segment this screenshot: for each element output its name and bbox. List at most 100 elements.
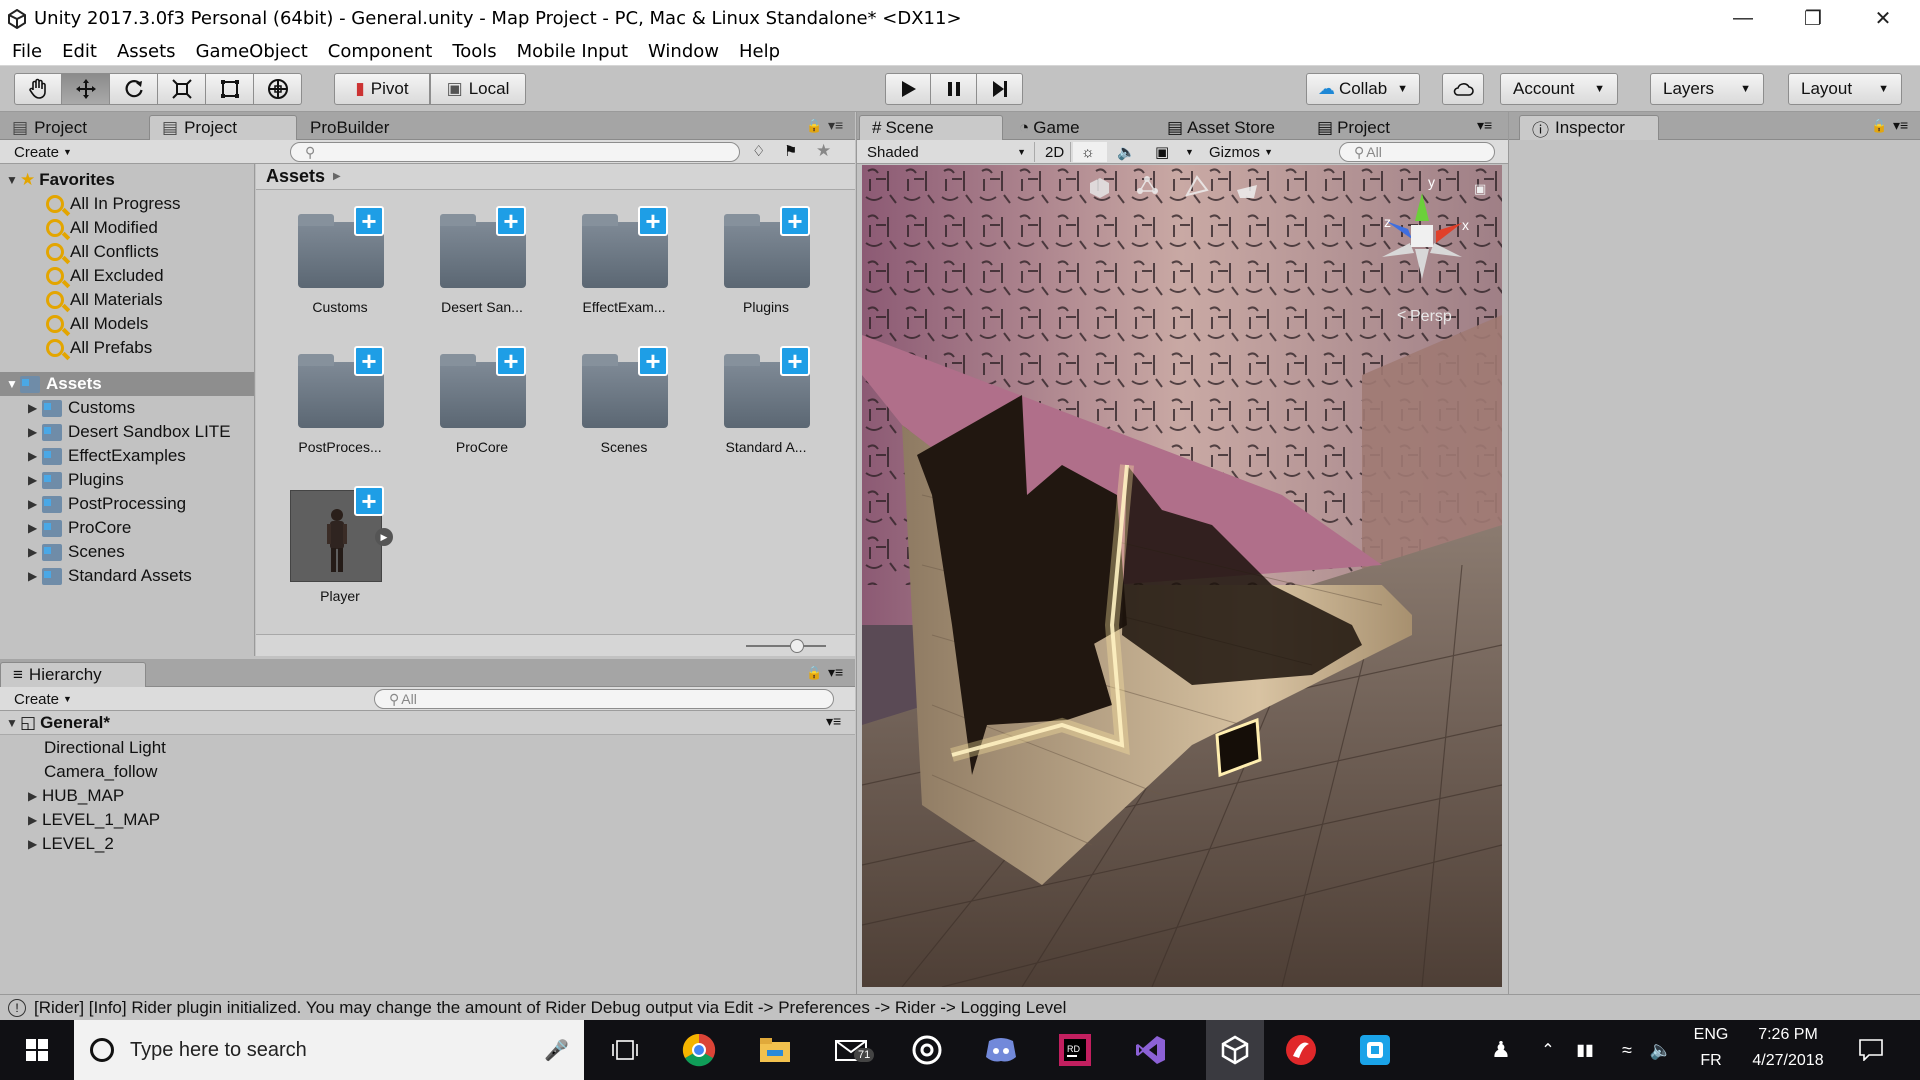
tray-overflow-button[interactable]: ⌃ <box>1534 1030 1562 1070</box>
filter-type-icon[interactable]: ♢ <box>752 142 765 160</box>
language-indicator-bottom[interactable]: FR <box>1688 1052 1734 1070</box>
scene-header-row[interactable]: ▼ ◱ General* ▾≡ <box>0 711 855 735</box>
gizmo-lock-icon[interactable]: ▣ <box>1474 181 1486 196</box>
start-button[interactable] <box>16 1030 58 1070</box>
file-explorer-taskbar-button[interactable] <box>754 1030 796 1070</box>
tab-hierarchy[interactable]: ≡ Hierarchy <box>0 662 146 687</box>
language-indicator-top[interactable]: ENG <box>1688 1026 1734 1044</box>
asset-folder[interactable]: ▶ Desert Sandbox LITE <box>28 420 231 444</box>
clock-time[interactable]: 7:26 PM <box>1738 1026 1838 1044</box>
assets-root[interactable]: ▼ Assets <box>6 372 102 396</box>
asset-folder[interactable]: ▶ ProCore <box>28 516 131 540</box>
console-status-bar[interactable]: ! [Rider] [Info] Rider plugin initialize… <box>0 994 1920 1020</box>
scene-search-input[interactable]: ⚲ All <box>1339 142 1495 162</box>
panel-menu-icon[interactable]: ▾≡ <box>828 664 843 681</box>
scene-audio-toggle[interactable]: 🔈 <box>1109 142 1143 162</box>
asset-tile-scenes[interactable]: + Scenes <box>564 344 684 464</box>
lock-icon[interactable]: 🔒 <box>1871 118 1887 134</box>
mail-taskbar-button[interactable]: 71 <box>830 1030 875 1070</box>
layout-dropdown[interactable]: Layout ▼ <box>1788 73 1902 105</box>
cloud-button[interactable] <box>1442 73 1484 105</box>
menu-component[interactable]: Component <box>318 41 443 62</box>
hierarchy-item[interactable]: Directional Light <box>44 736 166 760</box>
discord-taskbar-button[interactable] <box>980 1030 1022 1070</box>
tab-scene[interactable]: # Scene <box>859 115 1003 140</box>
scene-viewport[interactable]: y x z < Persp ▣ <box>862 165 1502 987</box>
asset-folder[interactable]: ▶ Scenes <box>28 540 125 564</box>
close-button[interactable]: ✕ <box>1848 0 1918 37</box>
asset-folder[interactable]: ▶ Plugins <box>28 468 124 492</box>
breadcrumb-assets[interactable]: Assets <box>266 166 325 187</box>
clock-date[interactable]: 4/27/2018 <box>1738 1052 1838 1070</box>
step-button[interactable] <box>977 73 1023 105</box>
asset-tile-desert[interactable]: + Desert San... <box>422 204 542 324</box>
asset-tile-procore[interactable]: + ProCore <box>422 344 542 464</box>
scene-effects-toggle[interactable]: ▣ <box>1147 142 1179 162</box>
tab-probuilder[interactable]: ProBuilder <box>298 115 438 140</box>
task-view-button[interactable] <box>604 1030 646 1070</box>
hierarchy-search-input[interactable]: ⚲ All <box>374 689 834 709</box>
panel-menu-icon[interactable]: ▾≡ <box>828 117 843 134</box>
filter-label-icon[interactable]: ⚑ <box>784 142 797 160</box>
unity-taskbar-button[interactable] <box>1206 1020 1264 1080</box>
toggle-2d-button[interactable]: 2D <box>1037 142 1071 162</box>
menu-assets[interactable]: Assets <box>107 41 186 62</box>
rider-taskbar-button[interactable]: RD <box>1054 1030 1096 1070</box>
collab-button[interactable]: ☁ Collab ▼ <box>1306 73 1420 105</box>
favorite-item[interactable]: All Conflicts <box>46 240 159 264</box>
wifi-button[interactable]: ≈ <box>1612 1030 1642 1070</box>
menu-tools[interactable]: Tools <box>442 41 506 62</box>
asset-tile-postprocessing[interactable]: + PostProces... <box>280 344 400 464</box>
move-tool-button[interactable] <box>62 73 110 105</box>
pause-button[interactable] <box>931 73 977 105</box>
favorite-star-icon[interactable]: ★ <box>816 141 831 161</box>
unity-hub-taskbar-button[interactable] <box>1354 1030 1396 1070</box>
menu-help[interactable]: Help <box>729 41 790 62</box>
tab-inspector[interactable]: ⓘ Inspector <box>1519 115 1659 140</box>
people-button[interactable]: ♟ <box>1480 1030 1522 1070</box>
asset-tile-plugins[interactable]: + Plugins <box>706 204 826 324</box>
tab-project-2[interactable]: ▤ Project <box>149 115 297 140</box>
microphone-icon[interactable]: 🎤 <box>544 1038 569 1063</box>
project-create-button[interactable]: Create ▼ <box>6 142 80 162</box>
favorite-item[interactable]: All In Progress <box>46 192 181 216</box>
hierarchy-create-button[interactable]: Create ▼ <box>6 689 80 709</box>
app-red-taskbar-button[interactable] <box>1280 1030 1322 1070</box>
rect-tool-button[interactable] <box>206 73 254 105</box>
local-button[interactable]: ▣ Local <box>430 73 526 105</box>
asset-folder[interactable]: ▶ Standard Assets <box>28 564 192 588</box>
zoom-slider-handle[interactable] <box>790 639 804 653</box>
restore-button[interactable]: ❐ <box>1778 0 1848 37</box>
panel-menu-icon[interactable]: ▾≡ <box>1893 117 1908 134</box>
menu-gameobject[interactable]: GameObject <box>186 41 318 62</box>
transform-tool-button[interactable] <box>254 73 302 105</box>
minimize-button[interactable]: — <box>1708 0 1778 37</box>
scene-menu-icon[interactable]: ▾≡ <box>826 713 841 730</box>
menu-mobile-input[interactable]: Mobile Input <box>507 41 638 62</box>
asset-tile-player[interactable]: + ▶ Player <box>280 484 400 604</box>
expand-prefab-icon[interactable]: ▶ <box>375 528 393 546</box>
scale-tool-button[interactable] <box>158 73 206 105</box>
gizmos-dropdown[interactable]: Gizmos ▼ <box>1201 142 1281 162</box>
persp-label[interactable]: Persp <box>1410 308 1452 325</box>
menu-window[interactable]: Window <box>638 41 729 62</box>
hand-tool-button[interactable] <box>14 73 62 105</box>
panel-menu-icon[interactable]: ▾≡ <box>1477 117 1492 134</box>
tab-asset-store[interactable]: ▤ Asset Store <box>1155 115 1305 140</box>
asset-folder[interactable]: ▶ EffectExamples <box>28 444 186 468</box>
pivot-button[interactable]: ▮ Pivot <box>334 73 430 105</box>
tab-project-1[interactable]: ▤ Project <box>0 115 148 140</box>
layers-dropdown[interactable]: Layers ▼ <box>1650 73 1764 105</box>
action-center-button[interactable] <box>1850 1030 1892 1070</box>
media-taskbar-button[interactable] <box>906 1030 948 1070</box>
taskbar-search-input[interactable]: Type here to search 🎤 <box>74 1020 584 1080</box>
battery-button[interactable]: ▮▮ <box>1570 1030 1600 1070</box>
account-dropdown[interactable]: Account ▼ <box>1500 73 1618 105</box>
play-button[interactable] <box>885 73 931 105</box>
asset-tile-customs[interactable]: + Customs <box>280 204 400 324</box>
effects-chevron-down-icon[interactable]: ▼ <box>1177 142 1197 162</box>
asset-folder[interactable]: ▶ PostProcessing <box>28 492 186 516</box>
favorite-item[interactable]: All Materials <box>46 288 163 312</box>
shading-mode-dropdown[interactable]: Shaded ▼ <box>859 142 1035 162</box>
hierarchy-item[interactable]: ▶ LEVEL_2 <box>28 832 114 856</box>
